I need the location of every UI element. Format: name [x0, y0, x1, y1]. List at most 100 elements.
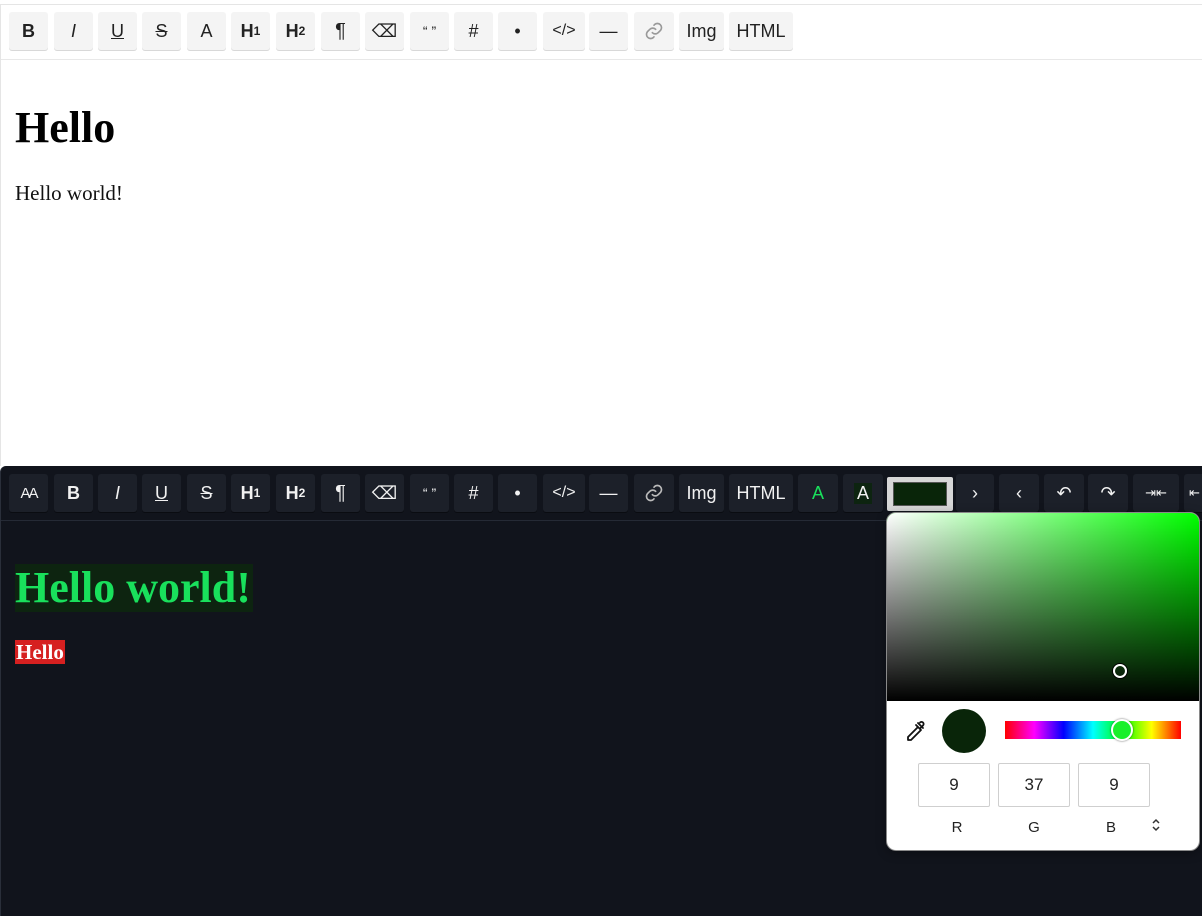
heading1-button[interactable]: H1	[231, 12, 270, 50]
chevron-up-down-icon	[1152, 818, 1160, 832]
redo-icon: ↷	[1100, 482, 1116, 503]
bullet-list-button[interactable]: •	[498, 12, 537, 50]
font-color-button[interactable]: A	[187, 12, 226, 50]
saturation-handle[interactable]	[1113, 664, 1127, 678]
quote-button[interactable]: “ ”	[410, 12, 449, 50]
eyedropper-button[interactable]	[903, 719, 927, 743]
color-swatch	[893, 482, 947, 506]
link-icon	[645, 22, 663, 40]
dark-ordered-list-label: #	[468, 482, 479, 503]
dark-link-button[interactable]	[634, 474, 674, 512]
dark-paragraph-button[interactable]: ¶	[321, 474, 360, 512]
highlight-color-label: A	[853, 482, 872, 504]
image-label: Img	[686, 20, 717, 41]
hue-slider[interactable]	[1005, 721, 1181, 739]
green-input[interactable]	[998, 763, 1070, 807]
heading2-button[interactable]: H2	[276, 12, 315, 50]
horizontal-rule-label: —	[599, 20, 618, 41]
prev-button[interactable]: ‹	[999, 474, 1039, 512]
font-size-button[interactable]: AA	[9, 474, 48, 512]
underline-label: U	[111, 20, 124, 41]
blue-label: B	[1105, 819, 1116, 836]
text-color-label: A	[811, 482, 824, 503]
red-label: R	[951, 819, 963, 836]
undo-icon: ↶	[1056, 482, 1072, 503]
dark-horizontal-rule-button[interactable]: —	[589, 474, 628, 512]
dark-heading1-label: H	[240, 482, 254, 503]
horizontal-rule-button[interactable]: —	[589, 12, 628, 50]
outdent-button[interactable]: ⇤	[1184, 474, 1202, 512]
underline-button[interactable]: U	[98, 12, 137, 50]
font-size-label: AA	[20, 484, 38, 502]
dark-underline-button[interactable]: U	[142, 474, 181, 512]
dark-bullet-list-button[interactable]: •	[498, 474, 537, 512]
dark-image-label: Img	[686, 482, 717, 503]
bullet-list-label: •	[514, 20, 521, 41]
color-mode-toggle[interactable]	[1149, 818, 1163, 836]
dark-italic-button[interactable]: I	[98, 474, 137, 512]
dark-quote-label: “ ”	[422, 485, 437, 501]
quote-label: “ ”	[422, 23, 437, 39]
next-label: ›	[972, 482, 978, 503]
code-button[interactable]: </>	[543, 12, 585, 50]
undo-button[interactable]: ↶	[1044, 474, 1084, 512]
dark-bold-button[interactable]: B	[54, 474, 93, 512]
strikethrough-button[interactable]: S	[142, 12, 181, 50]
bold-label: B	[22, 20, 35, 41]
color-preview	[942, 709, 986, 753]
indent-icon: ⇥⇤	[1145, 485, 1167, 500]
dark-quote-button[interactable]: “ ”	[410, 474, 449, 512]
dark-strikethrough-label: S	[200, 482, 213, 503]
light-toolbar: B I U S A H1 H2 ¶ ⌫ “ ” # • </> — Img HT…	[1, 5, 1202, 60]
dark-code-button[interactable]: </>	[543, 474, 585, 512]
eraser-icon: ⌫	[371, 20, 398, 41]
next-button[interactable]: ›	[956, 474, 994, 512]
prev-label: ‹	[1016, 482, 1022, 503]
highlight-color-button[interactable]: A	[843, 474, 883, 512]
hue-handle[interactable]	[1111, 719, 1133, 741]
paragraph-label: ¶	[335, 19, 346, 42]
color-picker-popover: R G B	[886, 512, 1200, 851]
saturation-area[interactable]	[887, 513, 1199, 701]
dark-code-label: </>	[552, 484, 576, 501]
light-editor: B I U S A H1 H2 ¶ ⌫ “ ” # • </> — Img HT…	[0, 4, 1202, 466]
italic-button[interactable]: I	[54, 12, 93, 50]
paragraph-button[interactable]: ¶	[321, 12, 360, 50]
dark-clear-format-button[interactable]: ⌫	[365, 474, 404, 512]
redo-button[interactable]: ↷	[1088, 474, 1128, 512]
dark-strikethrough-button[interactable]: S	[187, 474, 226, 512]
code-label: </>	[552, 22, 576, 39]
red-input[interactable]	[918, 763, 990, 807]
bold-button[interactable]: B	[9, 12, 48, 50]
dark-heading2-button[interactable]: H2	[276, 474, 315, 512]
blue-input[interactable]	[1078, 763, 1150, 807]
html-label: HTML	[736, 20, 786, 41]
dark-ordered-list-button[interactable]: #	[454, 474, 493, 512]
indent-button[interactable]: ⇥⇤	[1133, 474, 1179, 512]
dark-heading2-label: H	[285, 482, 299, 503]
ordered-list-button[interactable]: #	[454, 12, 493, 50]
dark-heading: Hello world!	[15, 563, 253, 612]
image-button[interactable]: Img	[679, 12, 724, 50]
light-content-area[interactable]: Hello Hello world!	[15, 103, 1188, 206]
strikethrough-label: S	[155, 20, 168, 41]
dark-bullet-list-label: •	[514, 482, 521, 503]
dark-italic-label: I	[114, 482, 120, 503]
color-swatch-button[interactable]	[887, 477, 953, 511]
dark-html-button[interactable]: HTML	[729, 474, 793, 512]
light-heading: Hello	[15, 103, 116, 152]
eyedropper-icon	[907, 721, 925, 741]
dark-paragraph-label: ¶	[335, 481, 346, 504]
dark-heading1-button[interactable]: H1	[231, 474, 270, 512]
text-color-button[interactable]: A	[798, 474, 838, 512]
link-icon	[645, 484, 663, 502]
html-button[interactable]: HTML	[729, 12, 793, 50]
clear-format-button[interactable]: ⌫	[365, 12, 404, 50]
dark-image-button[interactable]: Img	[679, 474, 724, 512]
link-button[interactable]	[634, 12, 674, 50]
heading1-label: H	[240, 20, 254, 41]
outdent-icon: ⇤	[1189, 485, 1200, 500]
dark-horizontal-rule-label: —	[599, 482, 618, 503]
dark-bold-label: B	[67, 482, 80, 503]
ordered-list-label: #	[468, 20, 479, 41]
